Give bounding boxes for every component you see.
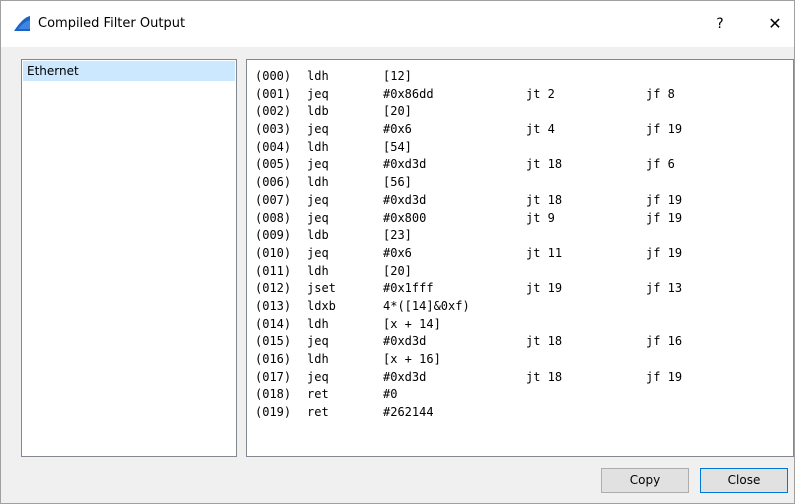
code-operand: #0xd3d (383, 192, 427, 207)
code-operand: #0x6 (383, 245, 412, 260)
wireshark-fin-icon (14, 16, 30, 31)
code-opcode: ret (307, 405, 329, 420)
code-index: (007) (255, 192, 292, 207)
code-index: (014) (255, 316, 292, 331)
code-opcode: jeq (307, 192, 329, 207)
code-index: (018) (255, 387, 292, 402)
code-index: (008) (255, 210, 292, 225)
code-opcode: ldh (307, 69, 329, 83)
code-opcode: ldh (307, 352, 329, 366)
code-operand: 4*([14]&0xf) (383, 298, 470, 313)
close-button[interactable]: Close (700, 468, 788, 493)
code-jump-true: jt 18 (526, 334, 563, 349)
code-operand: #262144 (383, 405, 434, 420)
compiled-filter-dialog: Compiled Filter Output ? ✕ Ethernet (000… (0, 0, 795, 504)
code-index: (013) (255, 298, 292, 313)
code-operand: #0x1fff (383, 281, 434, 296)
window-title: Compiled Filter Output (38, 16, 186, 31)
code-opcode: ldh (307, 139, 329, 154)
code-jump-true: jt 18 (526, 157, 563, 172)
code-index: (002) (255, 104, 292, 119)
bpf-code-view[interactable]: (000) ldh [12] (001) jeq #0x86dd jt 2 jf 8 (002)… (246, 59, 794, 457)
help-button[interactable]: ? (706, 10, 734, 38)
code-opcode: jeq (307, 369, 329, 384)
code-index: (003) (255, 122, 292, 137)
code-jump-false: jf 13 (646, 281, 683, 296)
code-jump-false: jf 6 (646, 157, 675, 172)
code-index: (016) (255, 352, 292, 366)
code-index: (017) (255, 369, 292, 384)
code-opcode: ldh (307, 175, 329, 190)
code-operand: #0xd3d (383, 157, 427, 172)
code-jump-true: jt 11 (526, 245, 563, 260)
code-opcode: ret (307, 387, 329, 402)
copy-button[interactable]: Copy (601, 468, 689, 493)
close-window-button[interactable]: ✕ (761, 10, 789, 38)
code-operand: [12] (383, 69, 412, 83)
code-index: (012) (255, 281, 292, 296)
code-operand: #0xd3d (383, 334, 427, 349)
code-jump-false: jf 19 (646, 210, 683, 225)
code-index: (009) (255, 228, 292, 243)
code-jump-false: jf 8 (646, 86, 675, 101)
code-opcode: ldb (307, 228, 329, 243)
code-operand: #0 (383, 387, 398, 402)
code-jump-true: jt 9 (526, 210, 555, 225)
code-index: (010) (255, 245, 292, 260)
code-jump-false: jf 16 (646, 334, 683, 349)
code-opcode: jeq (307, 157, 329, 172)
code-operand: [20] (383, 263, 412, 278)
code-operand: [23] (383, 228, 412, 243)
interface-list[interactable]: Ethernet (21, 59, 237, 457)
code-jump-false: jf 19 (646, 122, 683, 137)
code-operand: [x + 16] (383, 352, 441, 366)
code-opcode: jeq (307, 334, 329, 349)
code-jump-false: jf 19 (646, 369, 683, 384)
code-index: (000) (255, 69, 292, 83)
code-jump-true: jt 18 (526, 369, 563, 384)
code-operand: #0x800 (383, 210, 427, 225)
code-index: (004) (255, 139, 292, 154)
code-operand: [56] (383, 175, 412, 190)
code-index: (005) (255, 157, 292, 172)
code-opcode: jeq (307, 86, 329, 101)
code-operand: #0xd3d (383, 369, 427, 384)
code-jump-true: jt 4 (526, 122, 555, 137)
code-opcode: ldh (307, 316, 329, 331)
code-index: (019) (255, 405, 292, 420)
code-jump-true: jt 19 (526, 281, 563, 296)
code-opcode: jset (307, 281, 336, 296)
code-opcode: ldh (307, 263, 329, 278)
code-opcode: jeq (307, 122, 329, 137)
code-operand: [20] (383, 104, 412, 119)
code-opcode: jeq (307, 245, 329, 260)
code-jump-false: jf 19 (646, 245, 683, 260)
code-opcode: ldxb (307, 298, 336, 313)
code-jump-true: jt 2 (526, 86, 555, 101)
code-index: (001) (255, 86, 292, 101)
code-index: (011) (255, 263, 292, 278)
title-bar: Compiled Filter Output ? ✕ (1, 1, 794, 47)
code-operand: [54] (383, 139, 412, 154)
code-index: (006) (255, 175, 292, 190)
code-operand: [x + 14] (383, 316, 441, 331)
code-operand: #0x86dd (383, 86, 434, 101)
code-jump-false: jf 19 (646, 192, 683, 207)
code-opcode: jeq (307, 210, 329, 225)
code-operand: #0x6 (383, 122, 412, 137)
list-item-ethernet[interactable]: Ethernet (23, 61, 235, 81)
code-opcode: ldb (307, 104, 329, 119)
code-index: (015) (255, 334, 292, 349)
code-jump-true: jt 18 (526, 192, 563, 207)
